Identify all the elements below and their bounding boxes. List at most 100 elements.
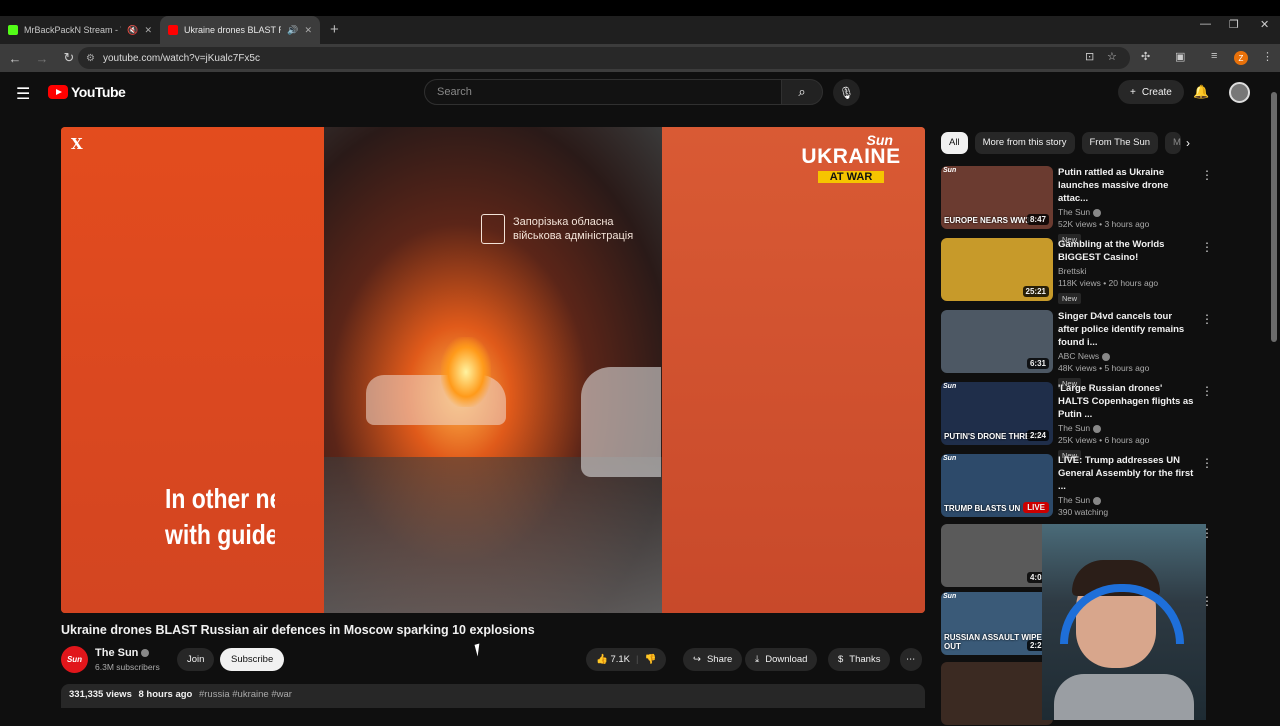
recommendation-meta: 48K views • 5 hours ago	[1058, 363, 1150, 373]
more-vertical-icon[interactable]: ⋮	[1201, 312, 1213, 326]
verified-check-icon	[1093, 208, 1102, 217]
close-tab-icon[interactable]: ✕	[304, 25, 312, 36]
thumbnail-overlay-text: PUTIN'S DRONE THREAT	[944, 432, 1041, 441]
channel-avatar[interactable]: Sun	[61, 646, 88, 673]
site-info-icon[interactable]: ⚙	[86, 53, 95, 64]
forward-icon[interactable]: →	[30, 51, 54, 66]
browser-tab-youtube[interactable]: Ukraine drones BLAST Russi 🔊 ✕	[160, 16, 320, 44]
org-line2: військова адміністрація	[513, 230, 634, 242]
new-tab-icon[interactable]: +	[320, 21, 349, 44]
recommendation-title[interactable]: Gambling at the Worlds BIGGEST Casino!	[1058, 238, 1194, 264]
channel-text: The Sun	[1058, 423, 1091, 433]
new-badge: New	[1058, 293, 1082, 304]
recommendation-item[interactable]: Sun EUROPE NEARS WW3 8:47 Putin rattled as …	[941, 166, 1213, 245]
video-thumbnail[interactable]: 4:03	[941, 524, 1053, 587]
split-view-icon[interactable]: ▣	[1175, 50, 1185, 63]
video-thumbnail[interactable]: 25:21	[941, 238, 1053, 301]
more-vertical-icon[interactable]: ⋮	[1201, 384, 1213, 398]
account-avatar[interactable]	[1229, 82, 1250, 103]
voice-search-button[interactable]: 🎙	[833, 79, 860, 106]
chip-truncated[interactable]: M	[1165, 132, 1182, 154]
recommendation-channel[interactable]: The Sun	[1058, 207, 1194, 217]
related-filter-chips: All More from this story From The Sun M	[941, 132, 1182, 154]
chip-from-the-sun[interactable]: From The Sun	[1081, 132, 1159, 154]
recommendation-title[interactable]: Putin rattled as Ukraine launches massiv…	[1058, 166, 1194, 205]
thumbnail-overlay-text: EUROPE NEARS WW3	[944, 216, 1030, 225]
recommendation-item[interactable]: Sun TRUMP BLASTS UN LIVE LIVE: Trump addres…	[941, 454, 1213, 518]
tab-title: Ukraine drones BLAST Russi	[184, 25, 281, 35]
close-window-icon[interactable]: ✕	[1260, 18, 1269, 31]
recommendation-channel[interactable]: Brettski	[1058, 266, 1194, 276]
video-thumbnail[interactable]: Sun EUROPE NEARS WW3 8:47	[941, 166, 1053, 229]
video-title: Ukraine drones BLAST Russian air defence…	[61, 623, 535, 637]
sun-logo-icon: Sun	[943, 167, 957, 174]
browser-tab-kick[interactable]: MrBackPackN Stream - Wa 🔇 ✕	[0, 16, 160, 44]
verified-check-icon	[141, 649, 150, 658]
video-thumbnail[interactable]	[941, 662, 1053, 725]
channel-text: The Sun	[1058, 495, 1091, 505]
recommendation-channel[interactable]: ABC News	[1058, 351, 1194, 361]
thanks-button[interactable]: $ Thanks	[828, 648, 891, 671]
browser-tab-bar: MrBackPackN Stream - Wa 🔇 ✕ Ukraine dron…	[0, 16, 1280, 44]
close-tab-icon[interactable]: ✕	[144, 25, 152, 36]
recommendation-item[interactable]: 25:21 Gambling at the Worlds BIGGEST Casi…	[941, 238, 1213, 304]
notifications-bell-icon[interactable]: 🔔	[1193, 84, 1209, 100]
recommendation-item[interactable]: 6:31 Singer D4vd cancels tour after polic…	[941, 310, 1213, 389]
video-thumbnail[interactable]: 6:31	[941, 310, 1053, 373]
search-input[interactable]: Search	[424, 79, 782, 105]
maximize-icon[interactable]: ❐	[1229, 18, 1239, 31]
recommendation-title[interactable]: LIVE: Trump addresses UN General Assembl…	[1058, 454, 1194, 493]
scrollbar-thumb[interactable]	[1271, 92, 1277, 342]
subscribe-button[interactable]: Subscribe	[220, 648, 285, 671]
description-box[interactable]: 331,335 views 8 hours ago #russia #ukrai…	[61, 684, 925, 708]
browser-menu-icon[interactable]: ⋮	[1262, 50, 1273, 63]
download-button[interactable]: ⤓ Download	[745, 648, 818, 671]
like-button[interactable]: 👍 7.1K	[596, 654, 630, 665]
recommendation-item[interactable]: Sun PUTIN'S DRONE THREAT 2:24 'Large Russia…	[941, 382, 1213, 461]
url-field[interactable]: ⚙ youtube.com/watch?v=jKualc7Fx5c	[78, 47, 1130, 69]
minimize-icon[interactable]: —	[1200, 18, 1211, 30]
video-thumbnail[interactable]: Sun RUSSIAN ASSAULT WIPED OUT 2:21	[941, 592, 1053, 655]
hamburger-menu-icon[interactable]: ☰	[16, 84, 30, 104]
chip-all[interactable]: All	[941, 132, 968, 154]
install-app-icon[interactable]: ⊡	[1085, 50, 1094, 63]
administration-watermark: Запорізька обласна військова адміністрац…	[481, 214, 633, 244]
extensions-icon[interactable]: ✣	[1141, 50, 1150, 63]
recommendation-title[interactable]: Singer D4vd cancels tour after police id…	[1058, 310, 1194, 349]
more-vertical-icon[interactable]: ⋮	[1201, 240, 1213, 254]
youtube-logo[interactable]: YouTube	[48, 84, 126, 100]
recommendation-channel[interactable]: The Sun	[1058, 423, 1194, 433]
muted-speaker-icon[interactable]: 🔇	[127, 25, 138, 36]
more-vertical-icon[interactable]: ⋮	[1201, 168, 1213, 182]
recommendation-channel[interactable]: The Sun	[1058, 495, 1194, 505]
video-thumbnail[interactable]: Sun TRUMP BLASTS UN LIVE	[941, 454, 1053, 517]
channel-name[interactable]: The Sun	[95, 647, 150, 659]
recommendation-title[interactable]: 'Large Russian drones' HALTS Copenhagen …	[1058, 382, 1194, 421]
bookmark-star-icon[interactable]: ☆	[1107, 50, 1117, 63]
chip-more-from-story[interactable]: More from this story	[974, 132, 1075, 154]
search-button[interactable]: ⌕	[781, 79, 823, 105]
search-icon: ⌕	[798, 84, 806, 99]
x-logo-icon: X	[71, 135, 83, 153]
share-label: Share	[706, 654, 733, 665]
profile-avatar[interactable]: Z	[1234, 51, 1248, 65]
tab-title: MrBackPackN Stream - Wa	[24, 25, 121, 35]
like-count: 7.1K	[610, 654, 631, 665]
video-thumbnail[interactable]: Sun PUTIN'S DRONE THREAT 2:24	[941, 382, 1053, 445]
more-actions-button[interactable]: ⋯	[900, 648, 922, 671]
chevron-right-icon[interactable]: ›	[1186, 136, 1190, 150]
join-button[interactable]: Join	[177, 648, 215, 671]
thumbnail-overlay-text: TRUMP BLASTS UN	[944, 504, 1021, 513]
verified-check-icon	[1093, 496, 1102, 505]
video-player[interactable]: X Запорізька обласна військова адміністр…	[61, 127, 925, 613]
more-vertical-icon[interactable]: ⋮	[1201, 456, 1213, 470]
share-button[interactable]: ↪ Share	[683, 648, 743, 671]
hashtags[interactable]: #russia #ukraine #war	[199, 689, 292, 700]
page-scrollbar[interactable]	[1270, 84, 1278, 704]
webcam-body	[1054, 674, 1194, 720]
speaker-icon[interactable]: 🔊	[287, 25, 298, 36]
media-control-icon[interactable]: ≡	[1211, 50, 1217, 62]
back-icon[interactable]: ←	[3, 51, 27, 66]
dislike-button[interactable]: 👎	[644, 654, 656, 665]
create-button[interactable]: + Create	[1118, 80, 1184, 104]
